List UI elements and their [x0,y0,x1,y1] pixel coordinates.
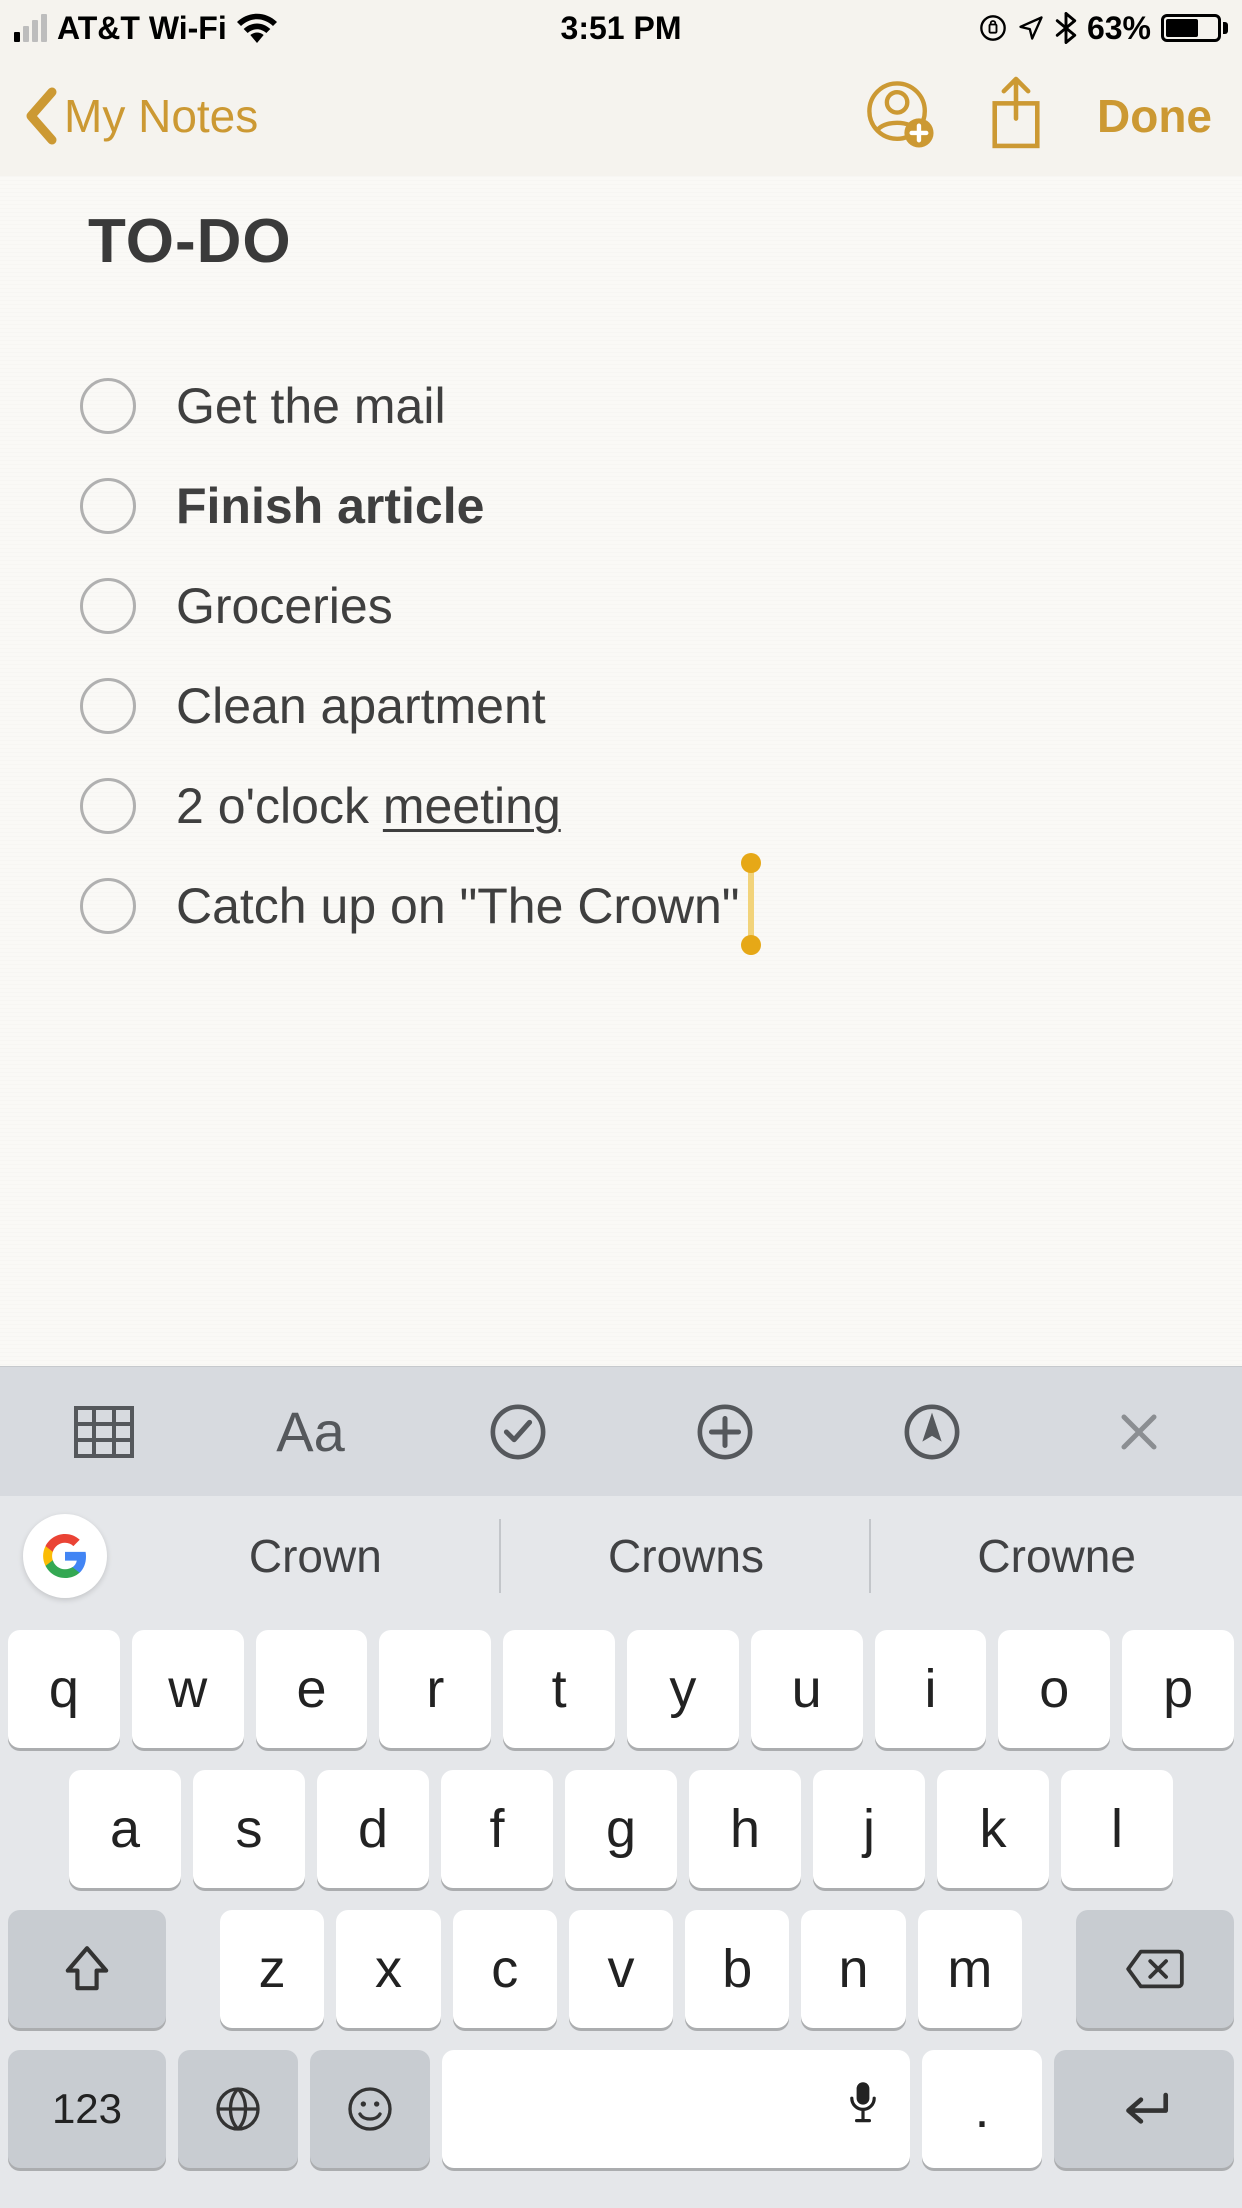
key-h[interactable]: h [689,1770,801,1888]
battery-percentage: 63% [1087,10,1151,47]
key-b[interactable]: b [685,1910,789,2028]
signal-icon [14,14,47,42]
shift-icon [63,1943,111,1995]
todo-item[interactable]: 2 o'clock meeting [80,777,1182,835]
key-d[interactable]: d [317,1770,429,1888]
globe-key[interactable] [178,2050,298,2168]
location-icon [1017,14,1045,42]
todo-item[interactable]: Catch up on "The Crown" [80,877,1182,935]
key-c[interactable]: c [453,1910,557,2028]
todo-item[interactable]: Groceries [80,577,1182,635]
text-cursor [748,867,754,941]
nav-bar: My Notes Done [0,56,1242,176]
back-button[interactable]: My Notes [20,86,865,146]
key-s[interactable]: s [193,1770,305,1888]
todo-checkbox[interactable] [80,378,136,434]
key-w[interactable]: w [132,1630,244,1748]
shift-key[interactable] [8,1910,166,2028]
key-i[interactable]: i [875,1630,987,1748]
mic-icon [846,2078,880,2140]
return-icon [1113,2087,1175,2131]
key-n[interactable]: n [801,1910,905,2028]
clock: 3:51 PM [561,10,682,47]
note-editor[interactable]: TO-DO Get the mail Finish article Grocerie… [0,176,1242,1366]
add-attachment-button[interactable] [665,1367,785,1496]
todo-text[interactable]: Groceries [176,577,393,635]
done-button[interactable]: Done [1097,89,1212,143]
key-v[interactable]: v [569,1910,673,2028]
key-x[interactable]: x [336,1910,440,2028]
key-j[interactable]: j [813,1770,925,1888]
key-m[interactable]: m [918,1910,1022,2028]
aa-label: Aa [276,1399,345,1464]
todo-checkbox[interactable] [80,778,136,834]
bluetooth-icon [1055,12,1077,44]
suggestion[interactable]: Crowns [501,1501,872,1611]
return-key[interactable] [1054,2050,1234,2168]
space-key[interactable] [442,2050,910,2168]
battery-icon [1161,14,1228,42]
numbers-key[interactable]: 123 [8,2050,166,2168]
todo-text[interactable]: Finish article [176,477,484,535]
todo-checkbox[interactable] [80,878,136,934]
close-format-button[interactable] [1079,1367,1199,1496]
google-icon [23,1514,107,1598]
key-u[interactable]: u [751,1630,863,1748]
status-right: 63% [681,10,1228,47]
suggestion[interactable]: Crowne [871,1501,1242,1611]
todo-checkbox[interactable] [80,678,136,734]
key-l[interactable]: l [1061,1770,1173,1888]
todo-text[interactable]: 2 o'clock meeting [176,777,561,835]
selection-handle-bottom[interactable] [741,935,761,955]
back-label: My Notes [64,89,258,143]
google-search-button[interactable] [0,1514,130,1598]
backspace-key[interactable] [1076,1910,1234,2028]
key-a[interactable]: a [69,1770,181,1888]
status-left: AT&T Wi-Fi [14,10,561,47]
key-p[interactable]: p [1122,1630,1234,1748]
key-k[interactable]: k [937,1770,1049,1888]
carrier-label: AT&T Wi-Fi [57,10,227,47]
selection-handle-top[interactable] [741,853,761,873]
todo-list: Get the mail Finish article Groceries Clean… [80,377,1182,935]
chevron-left-icon [20,86,60,146]
key-y[interactable]: y [627,1630,739,1748]
add-person-button[interactable] [865,79,935,154]
keyboard: qwertyuiop asdfghjkl zxcvbnm 123 . [0,1616,1242,2208]
todo-text[interactable]: Clean apartment [176,677,546,735]
key-g[interactable]: g [565,1770,677,1888]
key-f[interactable]: f [441,1770,553,1888]
key-e[interactable]: e [256,1630,368,1748]
emoji-icon [345,2084,395,2134]
emoji-key[interactable] [310,2050,430,2168]
todo-text[interactable]: Get the mail [176,377,446,435]
key-z[interactable]: z [220,1910,324,2028]
text-format-button[interactable]: Aa [251,1367,371,1496]
markup-button[interactable] [872,1367,992,1496]
note-title[interactable]: TO-DO [88,206,1182,277]
period-key[interactable]: . [922,2050,1042,2168]
orientation-lock-icon [979,14,1007,42]
todo-item[interactable]: Finish article [80,477,1182,535]
status-bar: AT&T Wi-Fi 3:51 PM 63% [0,0,1242,56]
key-q[interactable]: q [8,1630,120,1748]
todo-checkbox[interactable] [80,578,136,634]
wifi-icon [237,13,277,43]
todo-text[interactable]: Catch up on "The Crown" [176,877,740,935]
todo-checkbox[interactable] [80,478,136,534]
todo-item[interactable]: Clean apartment [80,677,1182,735]
share-button[interactable] [985,76,1047,157]
suggestion[interactable]: Crown [130,1501,501,1611]
format-toolbar: Aa [0,1366,1242,1496]
key-t[interactable]: t [503,1630,615,1748]
key-r[interactable]: r [379,1630,491,1748]
table-button[interactable] [44,1367,164,1496]
checklist-button[interactable] [458,1367,578,1496]
globe-icon [213,2084,263,2134]
todo-item[interactable]: Get the mail [80,377,1182,435]
key-o[interactable]: o [998,1630,1110,1748]
suggestion-bar: CrownCrownsCrowne [0,1496,1242,1616]
backspace-icon [1125,1947,1185,1991]
